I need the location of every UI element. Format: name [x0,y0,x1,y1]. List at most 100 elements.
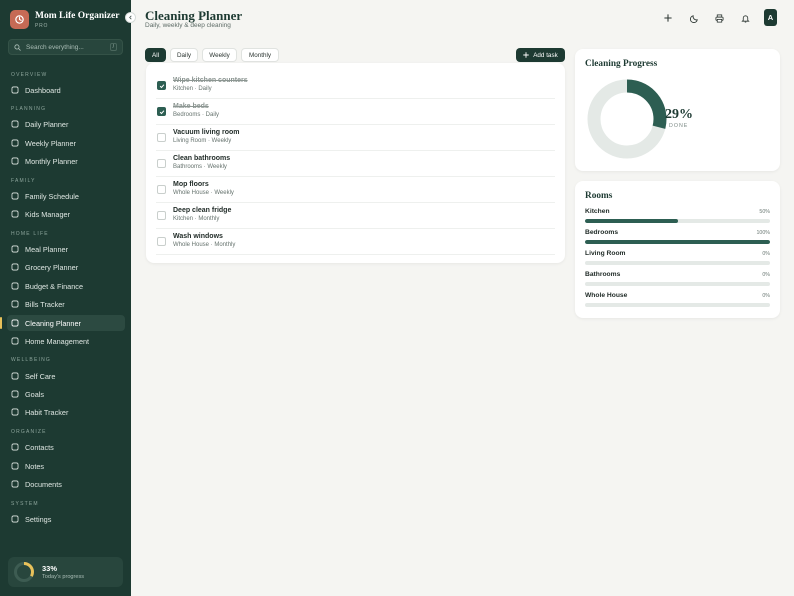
app-logo-icon [10,10,29,29]
filter-tabs: All Daily Weekly Monthly [145,48,283,62]
room-row: Bathrooms 0% [585,271,770,286]
task-row: Vacuum living room Living Room · Weekly [156,125,555,151]
task-row: Make beds Bedrooms · Daily [156,99,555,125]
sidebar-item-dashboard[interactable]: Dashboard [7,82,125,98]
task-title: Wash windows [173,233,223,240]
room-row: Living Room 0% [585,250,770,265]
cleaning-progress-title: Cleaning Progress [585,59,658,69]
task-row: Mop floors Whole House · Weekly [156,177,555,203]
room-percent: 0% [762,272,770,278]
sparkle-icon [11,319,19,327]
sidebar-item-bills-tracker[interactable]: Bills Tracker [7,296,125,312]
sidebar-item-label: Grocery Planner [25,262,79,272]
sidebar-item-home-management[interactable]: Home Management [7,333,125,349]
sidebar: Mom Life Organizer PRO Search everything… [0,0,131,596]
progress-percent: 29% [665,107,693,122]
room-name: Bathrooms [585,271,621,278]
task-checkbox[interactable] [157,237,166,246]
calendar-week-icon [11,139,19,147]
house-icon [11,337,19,345]
sidebar-item-label: Habit Tracker [25,407,69,417]
home-icon [11,86,19,94]
todays-progress-card: 33% Today's progress [8,557,123,587]
tab-weekly[interactable]: Weekly [202,48,237,62]
task-checkbox[interactable] [157,133,166,142]
theme-toggle-button[interactable] [686,10,702,26]
task-checkbox[interactable] [157,159,166,168]
search-placeholder: Search everything... [26,43,84,51]
sidebar-item-label: Goals [25,389,45,399]
document-icon [11,480,19,488]
sidebar-item-contacts[interactable]: Contacts [7,439,125,455]
sidebar-item-label: Notes [25,461,45,471]
collapse-sidebar-button[interactable] [125,12,136,23]
clock-icon [11,192,19,200]
tab-all[interactable]: All [145,48,166,62]
sidebar-item-label: Meal Planner [25,244,68,254]
sidebar-item-label: Bills Tracker [25,299,65,309]
add-button[interactable] [660,10,676,26]
sidebar-section-label: HOME LIFE [11,231,49,237]
sidebar-item-label: Settings [25,514,52,524]
check-icon [159,83,164,88]
room-row: Bedrooms 100% [585,229,770,244]
task-checkbox[interactable] [157,81,166,90]
sidebar-item-grocery-planner[interactable]: Grocery Planner [7,259,125,275]
rooms-card: Rooms Kitchen 50% Bedrooms 100% Living Room 0… [575,181,780,318]
sidebar-item-label: Weekly Planner [25,138,76,148]
sidebar-item-label: Monthly Planner [25,156,78,166]
todays-progress-label: Today's progress [42,574,85,580]
sidebar-item-meal-planner[interactable]: Meal Planner [7,241,125,257]
sidebar-item-cleaning-planner[interactable]: Cleaning Planner [0,315,125,331]
sidebar-item-self-care[interactable]: Self Care [7,368,125,384]
calendar-icon [11,120,19,128]
room-percent: 0% [762,251,770,257]
add-task-label: Add task [533,51,558,59]
sidebar-item-family-schedule[interactable]: Family Schedule [7,188,125,204]
sidebar-item-label: Kids Manager [25,209,71,219]
sidebar-item-budget-finance[interactable]: Budget & Finance [7,278,125,294]
sidebar-item-goals[interactable]: Goals [7,386,125,402]
search-input[interactable]: Search everything... / [8,39,123,55]
task-meta: Kitchen · Monthly [173,216,220,222]
sidebar-item-label: Home Management [25,336,90,346]
sidebar-section-label: ORGANIZE [11,429,47,435]
sidebar-item-label: Cleaning Planner [25,318,81,328]
sidebar-item-documents[interactable]: Documents [7,476,125,492]
sidebar-item-weekly-planner[interactable]: Weekly Planner [7,135,125,151]
task-checkbox[interactable] [157,211,166,220]
sidebar-item-habit-tracker[interactable]: Habit Tracker [7,404,125,420]
sidebar-item-label: Contacts [25,442,54,452]
room-percent: 0% [762,293,770,299]
tasks-card: Wipe kitchen counters Kitchen · Daily Make… [146,63,565,263]
plus-icon [664,14,672,22]
tab-monthly[interactable]: Monthly [241,48,279,62]
sidebar-item-daily-planner[interactable]: Daily Planner [7,116,125,132]
plus-icon [523,52,530,58]
add-task-button[interactable]: Add task [516,48,565,62]
tab-daily[interactable]: Daily [170,48,198,62]
room-progress-fill [585,240,770,244]
print-button[interactable] [711,10,727,26]
sidebar-item-settings[interactable]: Settings [7,511,125,527]
sidebar-item-monthly-planner[interactable]: Monthly Planner [7,153,125,169]
task-row: Clean bathrooms Bathrooms · Weekly [156,151,555,177]
sidebar-item-kids-manager[interactable]: Kids Manager [7,206,125,222]
task-checkbox[interactable] [157,185,166,194]
room-progress-bar [585,240,770,244]
sidebar-section-label: SYSTEM [11,501,39,507]
brand[interactable]: Mom Life Organizer PRO [10,10,119,29]
task-checkbox[interactable] [157,107,166,116]
chevron-left-icon [129,15,132,20]
page-subtitle: Daily, weekly & deep cleaning [145,22,231,29]
sidebar-item-notes[interactable]: Notes [7,458,125,474]
notifications-button[interactable] [737,10,753,26]
room-row: Whole House 0% [585,292,770,307]
room-name: Whole House [585,292,628,299]
todays-progress-value: 33% [42,564,58,573]
wallet-icon [11,282,19,290]
user-avatar[interactable]: A [764,9,777,26]
cleaning-progress-card: Cleaning Progress 29% DONE [575,49,780,171]
sidebar-section-label: OVERVIEW [11,72,48,78]
task-meta: Kitchen · Daily [173,86,212,92]
